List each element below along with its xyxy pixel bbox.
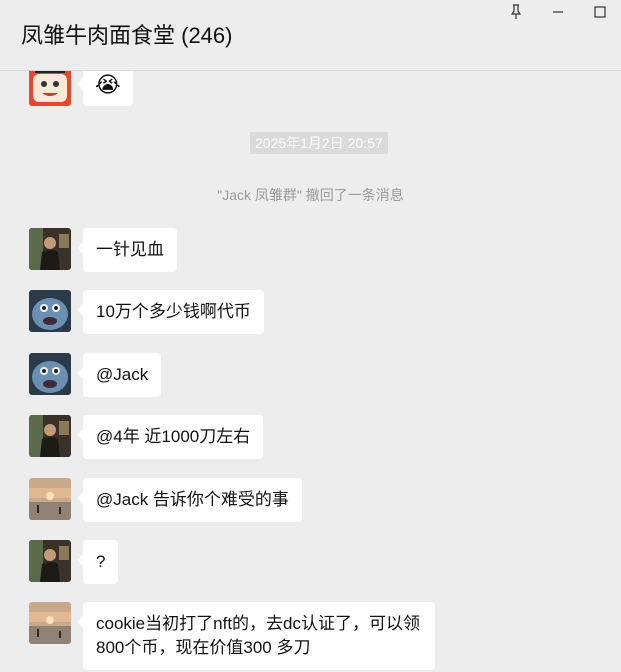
recall-notice: "Jack 凤雏群" 撤回了一条消息 [217, 187, 404, 203]
avatar-image [29, 71, 71, 106]
message-bubble[interactable]: ? [76, 540, 119, 584]
avatar-man[interactable] [29, 415, 71, 457]
message-bubble[interactable]: @4年 近1000刀左右 [76, 415, 264, 459]
message-row: cookie当初打了nft的，去dc认证了，可以领800个币，现在价值300 多… [29, 602, 435, 670]
message-bubble[interactable]: cookie当初打了nft的，去dc认证了，可以领800个币，现在价值300 多… [77, 602, 435, 670]
message-timestamp: 2025年1月2日 20:57 [250, 132, 388, 154]
message-row: @4年 近1000刀左右 [29, 415, 264, 459]
avatar-image [29, 415, 71, 457]
message-row: 10万个多少钱啊代币 [29, 290, 264, 334]
message-bubble[interactable]: @Jack [76, 353, 162, 397]
chat-window: 凤雏牛肉面食堂 (246) 😭 2025年1月2日 20:57 "Jack 凤雏… [0, 0, 621, 672]
minimize-button[interactable] [537, 0, 579, 24]
avatar-man[interactable] [29, 540, 71, 582]
pin-button[interactable] [495, 0, 537, 24]
avatar-image [29, 353, 71, 395]
avatar-monster[interactable] [29, 290, 71, 332]
pin-icon [510, 4, 522, 19]
window-controls [495, 0, 621, 24]
avatar-sunset[interactable] [29, 602, 71, 644]
chat-title: 凤雏牛肉面食堂 (246) [21, 23, 233, 48]
message-list[interactable]: 😭 2025年1月2日 20:57 "Jack 凤雏群" 撤回了一条消息 一针见… [0, 71, 621, 672]
crying-emoji: 😭 [95, 72, 121, 97]
avatar-monster[interactable] [29, 353, 71, 395]
avatar-sunset[interactable] [29, 478, 71, 520]
message-row: @Jack [29, 353, 162, 397]
message-bubble[interactable]: @Jack 告诉你个难受的事 [77, 478, 302, 522]
title-bar: 凤雏牛肉面食堂 (246) [0, 0, 621, 71]
message-row: ? [29, 540, 119, 584]
message-row: 一针见血 [29, 228, 177, 272]
maximize-button[interactable] [579, 0, 621, 24]
message-bubble[interactable]: 😭 [77, 71, 133, 106]
avatar-image [29, 228, 71, 270]
avatar-image [29, 602, 71, 644]
maximize-icon [594, 6, 606, 18]
avatar-image [29, 540, 71, 582]
avatar-image [29, 290, 71, 332]
avatar-image [29, 478, 71, 520]
message-bubble[interactable]: 一针见血 [77, 228, 177, 272]
minimize-icon [553, 11, 563, 13]
message-row: @Jack 告诉你个难受的事 [29, 478, 302, 522]
avatar-sticker-cat[interactable] [29, 71, 71, 106]
avatar-man[interactable] [29, 228, 71, 270]
message-bubble[interactable]: 10万个多少钱啊代币 [77, 290, 264, 334]
message-row: 😭 [29, 71, 133, 106]
